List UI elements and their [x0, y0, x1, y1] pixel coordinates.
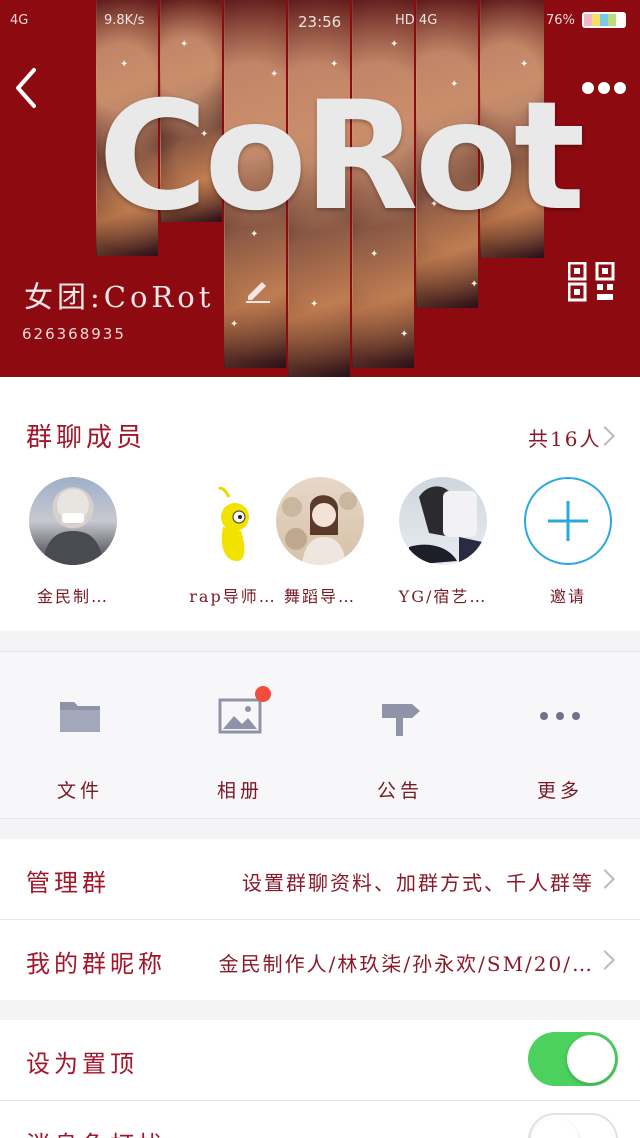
row-label: 管理群 [26, 869, 110, 897]
pin-chat-row: 设为置顶 [0, 1020, 640, 1100]
chevron-right-icon [595, 950, 615, 970]
pencil-icon [246, 282, 270, 303]
clock: 23:56 [298, 13, 342, 31]
row-value: 金民制作人/林玖柒/孙永欢/SM/20/… [218, 952, 594, 976]
qr-code-button[interactable] [567, 261, 620, 302]
group-id: 626368935 [22, 325, 126, 343]
tool-label: 相册 [216, 780, 263, 802]
members-title: 群聊成员 [26, 423, 147, 453]
avatar [276, 477, 364, 565]
chevron-left-icon [16, 68, 36, 108]
qr-code-icon [567, 261, 615, 302]
row-label: 我的群昵称 [26, 950, 166, 978]
group-name: 女团:CoRot [24, 280, 215, 314]
banner-title: CoRot [98, 70, 585, 244]
battery-percent: 76% [546, 13, 575, 28]
toggle-knob [531, 1118, 579, 1138]
plus-icon [548, 501, 588, 541]
group-header-banner: ✦ ✦ ✦ ✦ ✦ ✦ ✦ ✦ ✦ ✦ ✦ ✦ ✦ ✦ ✦ ✦ ✦ 4G 9.8… [0, 0, 640, 377]
invite-button[interactable]: 邀请 [508, 477, 628, 607]
group-tools: 文件 相册 公告 更多 [0, 651, 640, 819]
tool-files[interactable]: 文件 [0, 652, 160, 820]
network-indicator: 4G [10, 13, 29, 28]
member-name: 邀请 [549, 587, 586, 606]
more-dots-icon [582, 82, 594, 94]
mute-toggle[interactable] [528, 1113, 618, 1138]
row-label: 消息免打扰 [26, 1125, 166, 1138]
network-indicator-right: HD 4G [395, 13, 438, 28]
member-name: 舞蹈导… [283, 587, 356, 606]
avatar [399, 477, 487, 565]
mute-row: 消息免打扰 [0, 1101, 640, 1138]
manage-group-row[interactable]: 管理群 设置群聊资料、加群方式、千人群等 [0, 839, 640, 919]
chevron-right-icon [595, 869, 615, 889]
image-icon [218, 698, 262, 734]
avatar [29, 477, 117, 565]
row-value: 设置群聊资料、加群方式、千人群等 [242, 871, 594, 895]
notification-badge [255, 686, 271, 702]
more-options-button[interactable] [580, 78, 626, 98]
row-label: 设为置顶 [26, 1050, 138, 1078]
member-item[interactable]: 金民制… [13, 477, 133, 607]
signpost-icon [382, 704, 420, 736]
my-nickname-row[interactable]: 我的群昵称 金民制作人/林玖柒/孙永欢/SM/20/… [0, 920, 640, 1000]
edit-name-button[interactable] [244, 276, 272, 304]
members-section: 群聊成员 共16人 金民制… rap导师… 舞蹈导… YG/宿艺… 邀请 [0, 377, 640, 631]
status-bar: 4G 9.8K/s 23:56 HD 4G 76% [0, 0, 640, 42]
pin-toggle[interactable] [528, 1032, 618, 1086]
back-button[interactable] [12, 66, 42, 110]
member-item[interactable]: YG/宿艺… [383, 477, 503, 607]
battery-icon [582, 12, 626, 28]
folder-icon [60, 702, 100, 732]
tool-label: 文件 [56, 780, 103, 802]
tool-album[interactable]: 相册 [160, 652, 320, 820]
member-name: 金民制… [36, 587, 109, 606]
tool-announcement[interactable]: 公告 [320, 652, 480, 820]
toggle-knob [567, 1035, 615, 1083]
network-speed: 9.8K/s [104, 13, 145, 28]
member-count[interactable]: 共16人 [528, 423, 601, 452]
tool-more[interactable]: 更多 [480, 652, 640, 820]
member-item[interactable]: 舞蹈导… [260, 477, 380, 607]
more-dots-icon [540, 712, 580, 720]
tool-label: 更多 [536, 780, 583, 802]
member-name: YG/宿艺… [398, 587, 488, 606]
invite-avatar [524, 477, 612, 565]
tool-label: 公告 [376, 780, 423, 802]
